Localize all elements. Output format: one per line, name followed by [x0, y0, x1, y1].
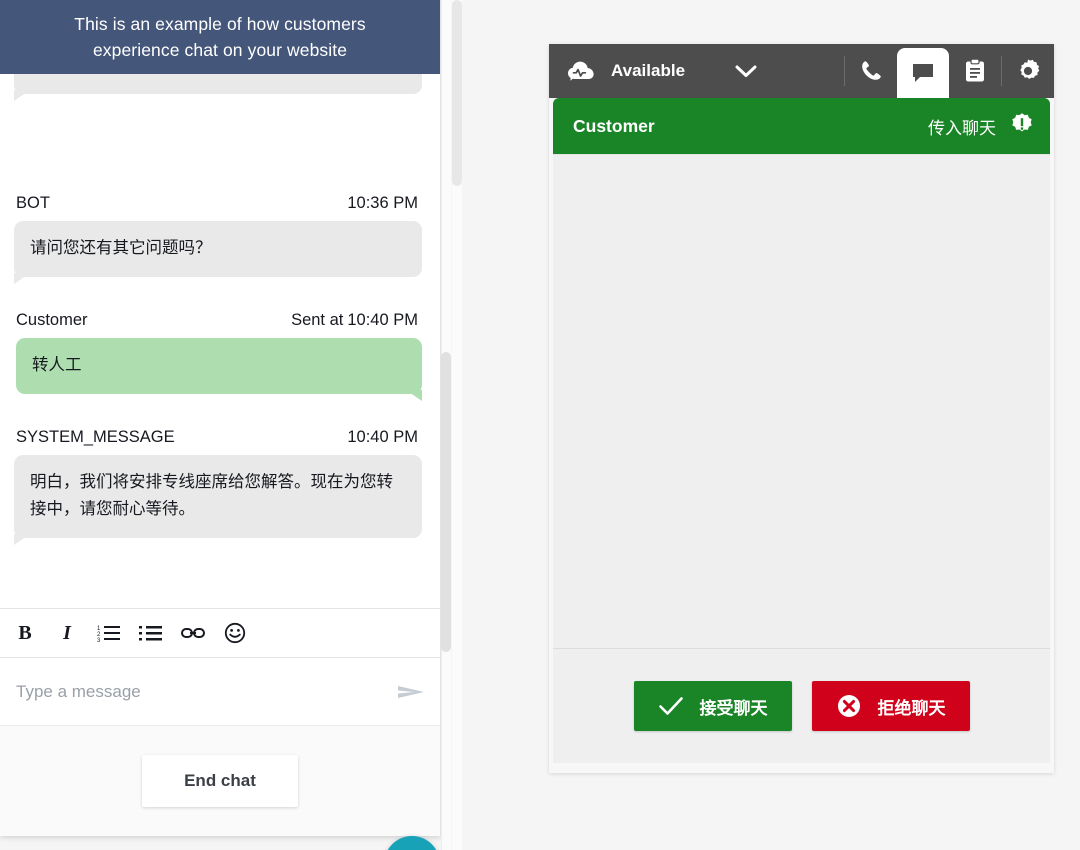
gear-icon [1020, 59, 1040, 79]
agent-status-label: Available [611, 61, 686, 80]
reject-chat-button[interactable]: 拒绝聊天 [811, 681, 970, 731]
message-group-system: SYSTEM_MESSAGE 10:40 PM 明白，我们将安排专线座席给您解答… [14, 428, 422, 545]
alert-badge-icon [1010, 112, 1034, 141]
widget-scrollbar-thumb[interactable] [441, 352, 451, 652]
message-text: 明白，我们将安排专线座席给您解答。现在为您转接中，请您耐心等待。 [30, 473, 393, 518]
clipboard-icon [966, 58, 984, 82]
example-banner: This is an example of how customers expe… [0, 0, 440, 74]
example-banner-text: This is an example of how customers expe… [74, 11, 365, 63]
rich-text-toolbar: B I 1 2 3 [0, 608, 440, 658]
message-group-bot: BOT 10:36 PM 请问您还有其它问题吗？ [14, 194, 422, 284]
message-sender: BOT [16, 194, 50, 212]
message-text: 请问您还有其它问题吗？ [30, 239, 212, 257]
contact-control-panel: Available Customer 传入聊天 接受聊天 拒绝聊天 [549, 44, 1054, 773]
phone-tab[interactable] [845, 44, 897, 98]
chat-transcript[interactable]: 可以。AWS 提供了完整的机器学习平台，包括 SageMaker，可以方便地构建… [0, 0, 440, 608]
contact-action-bar: 接受聊天 拒绝聊天 [553, 648, 1050, 763]
svg-text:3: 3 [97, 638, 101, 643]
message-time: Sent at 10:40 PM [291, 311, 418, 330]
settings-tab[interactable] [1002, 44, 1054, 98]
message-timestamp: 10:40 PM [347, 311, 418, 329]
accept-chat-label: 接受聊天 [699, 698, 768, 718]
message-sender: Customer [16, 311, 88, 329]
message-sent-prefix: Sent at [291, 311, 344, 329]
example-banner-line2: experience chat on your website [92, 40, 348, 60]
message-time: 10:36 PM [347, 194, 418, 212]
bullet-list-icon[interactable] [138, 620, 164, 646]
example-banner-line1: This is an example of how customers [74, 14, 366, 34]
message-input[interactable] [14, 680, 396, 703]
phone-icon [862, 61, 881, 80]
contact-card-header[interactable]: Customer 传入聊天 [553, 98, 1050, 154]
message-bubble: 明白，我们将安排专线座席给您解答。现在为您转接中，请您耐心等待。 [14, 455, 422, 545]
chevron-down-icon[interactable] [735, 64, 757, 78]
chat-widget-footer: End chat [0, 726, 440, 836]
chat-bubble-icon [913, 64, 933, 82]
bold-icon[interactable]: B [12, 620, 38, 646]
link-icon[interactable] [180, 620, 206, 646]
contact-status-group: 传入聊天 [928, 112, 1034, 141]
message-text: 转人工 [32, 356, 82, 374]
x-circle-icon [836, 693, 862, 719]
send-icon[interactable] [396, 677, 426, 707]
amazon-connect-cloud-icon [567, 58, 597, 84]
chat-tab[interactable] [897, 48, 949, 98]
ccp-tab-bar [844, 44, 1054, 98]
chat-launcher-icon[interactable] [384, 836, 440, 850]
message-sender: SYSTEM_MESSAGE [16, 428, 175, 446]
emoji-icon[interactable] [222, 620, 248, 646]
ccp-header: Available [549, 44, 1054, 98]
contact-state-label: 传入聊天 [928, 118, 996, 138]
message-meta: SYSTEM_MESSAGE 10:40 PM [16, 428, 418, 447]
message-bubble: 转人工 [16, 338, 422, 401]
contact-detail-body [553, 154, 1050, 648]
screen-root: This is an example of how customers expe… [0, 0, 1080, 850]
message-time: 10:40 PM [347, 428, 418, 446]
contact-name: Customer [573, 115, 655, 136]
check-icon [658, 693, 684, 719]
customer-chat-widget: This is an example of how customers expe… [0, 0, 441, 836]
italic-icon[interactable]: I [54, 620, 80, 646]
agent-status-selector[interactable]: Available [611, 61, 757, 81]
end-chat-button[interactable]: End chat [142, 755, 298, 807]
message-bubble: 请问您还有其它问题吗？ [14, 221, 422, 284]
message-composer[interactable] [0, 658, 440, 726]
page-scrollbar-thumb[interactable] [452, 0, 462, 186]
reject-chat-label: 拒绝聊天 [877, 698, 946, 718]
ordered-list-icon[interactable]: 1 2 3 [96, 620, 122, 646]
accept-chat-button[interactable]: 接受聊天 [633, 681, 792, 731]
message-meta: BOT 10:36 PM [16, 194, 418, 213]
tasks-tab[interactable] [949, 44, 1001, 98]
message-meta: Customer Sent at 10:40 PM [16, 311, 418, 330]
message-group-customer: Customer Sent at 10:40 PM 转人工 [14, 311, 422, 401]
